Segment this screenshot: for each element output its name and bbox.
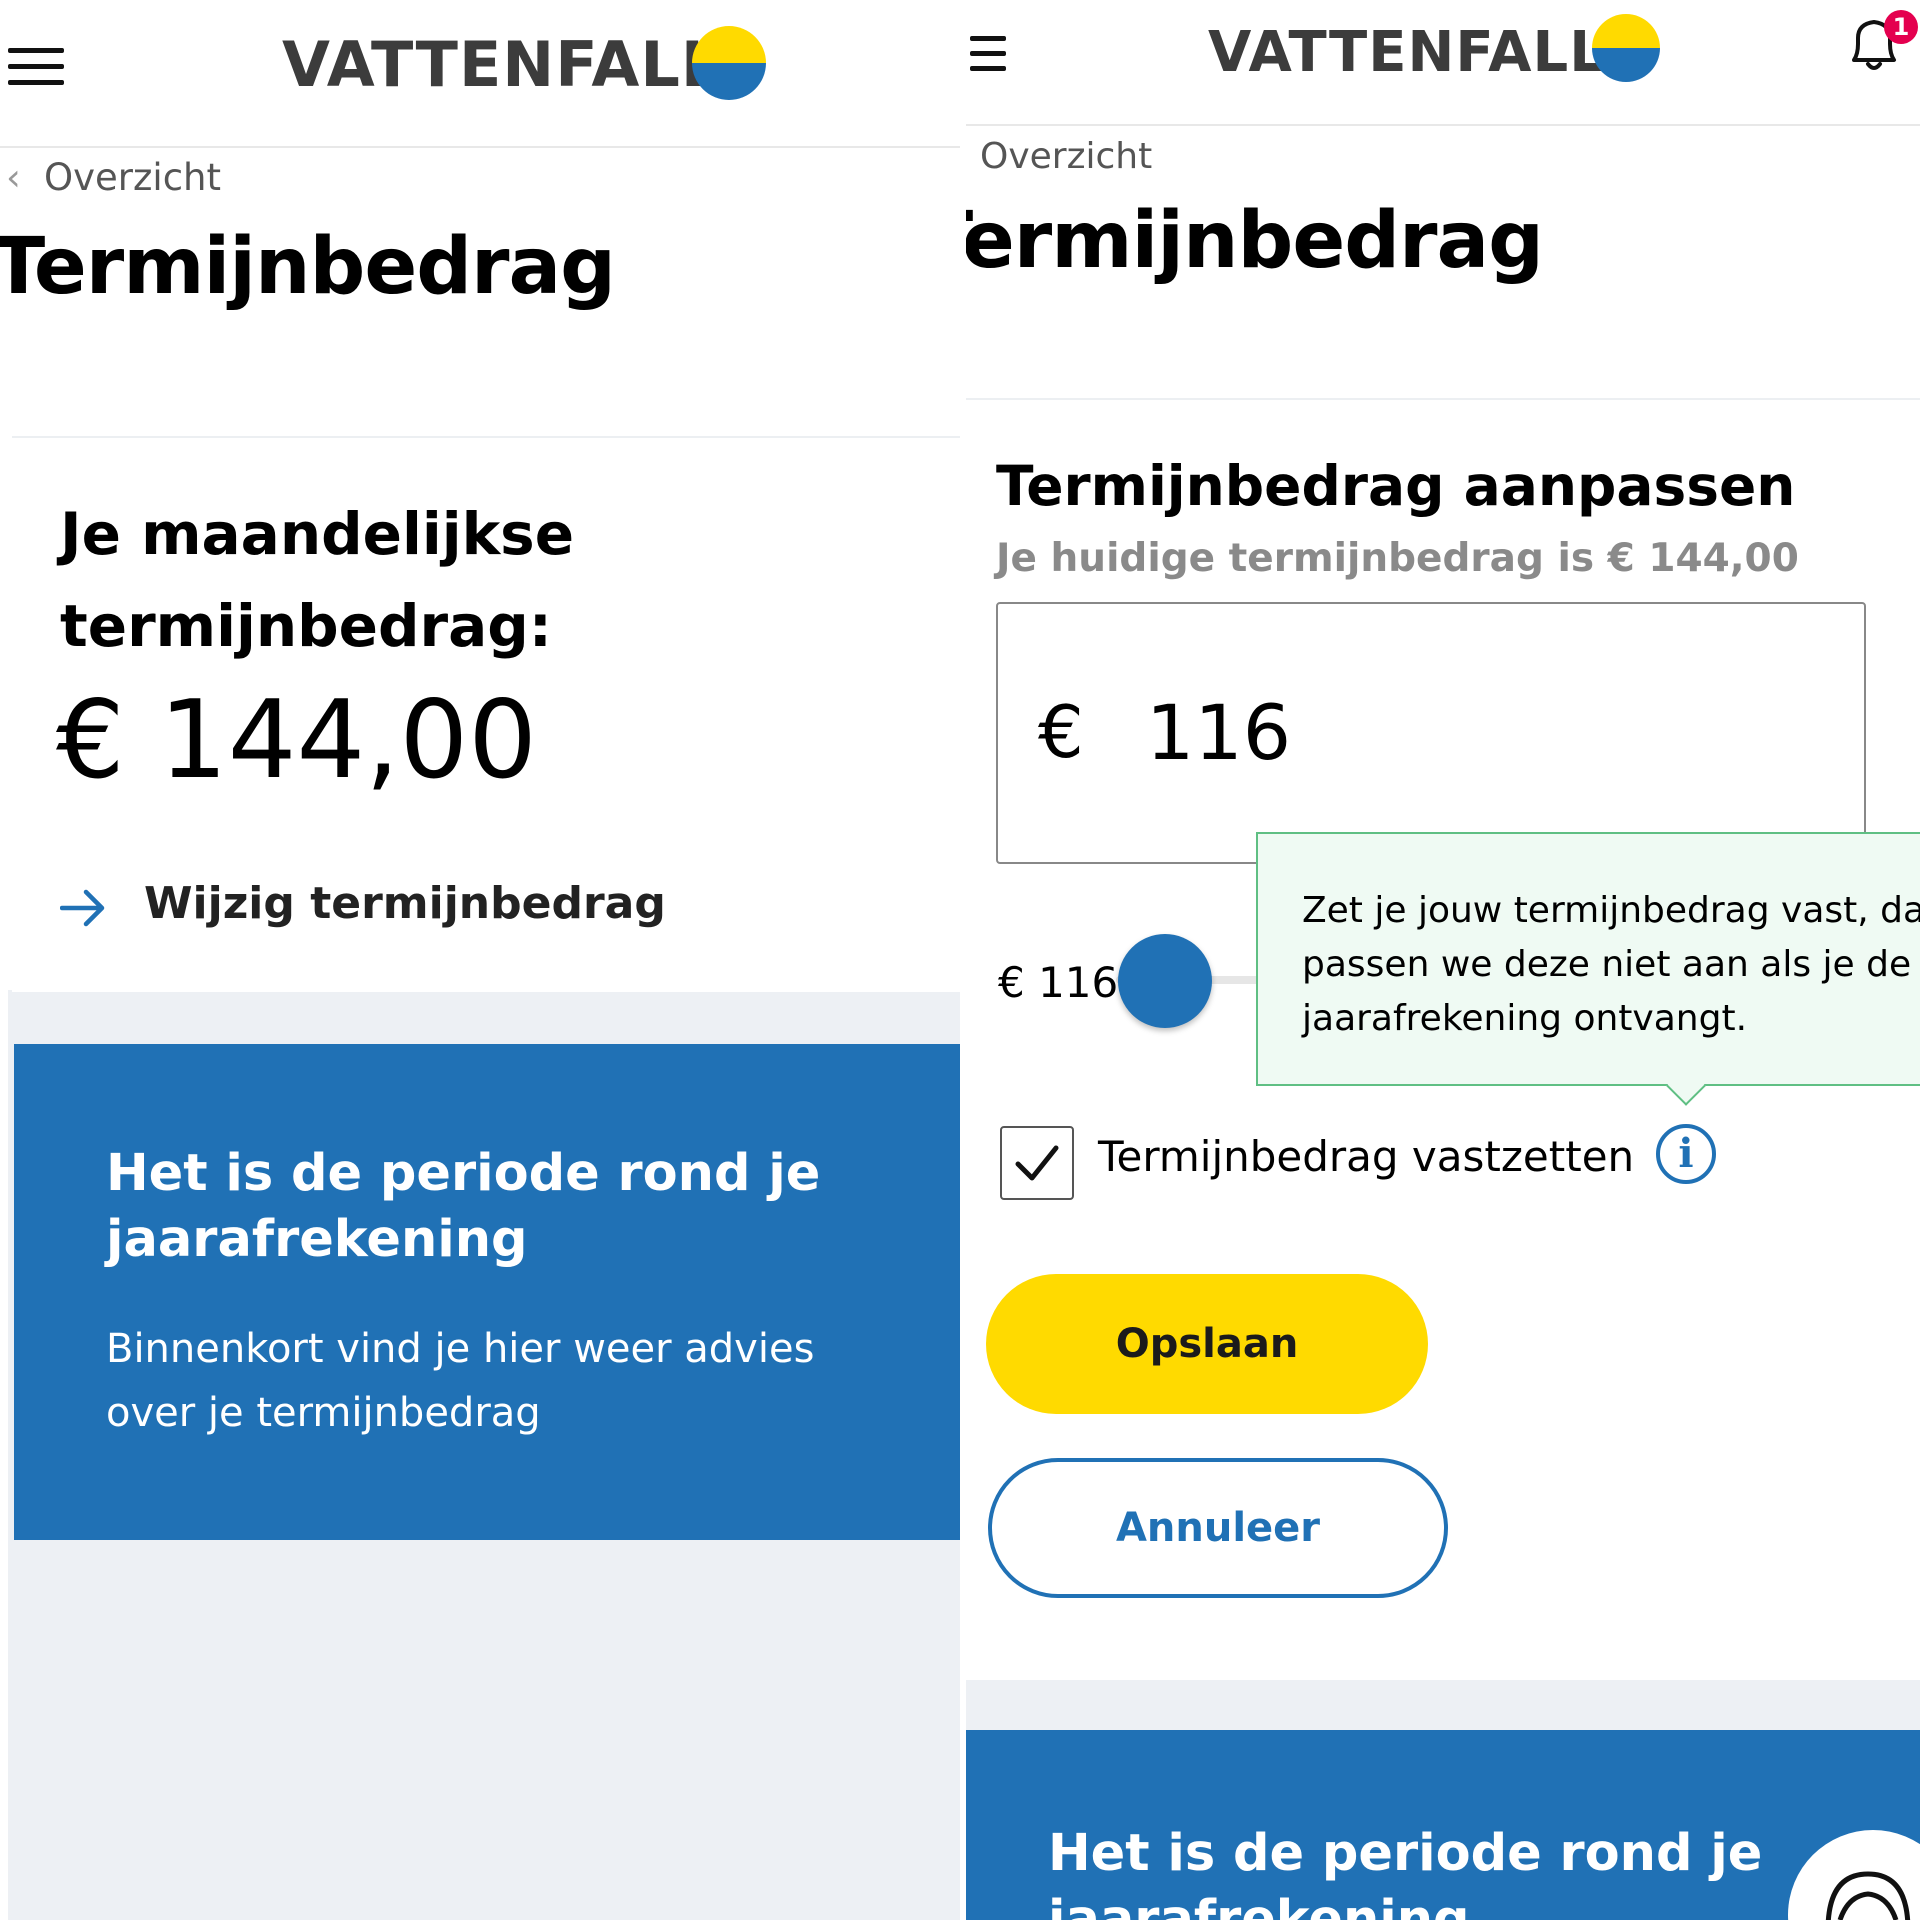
header-divider [0,146,960,148]
cancel-button[interactable]: Annuleer [988,1458,1448,1598]
card-heading-line1: Je maandelijkse [60,500,575,568]
notice-title-line1: Het is de periode rond je [1048,1824,1763,1883]
amount-input[interactable]: € 116 [996,602,1866,864]
page-title: Termijnbedrag [0,222,616,312]
assistant-avatar-icon [1825,1871,1911,1920]
arrow-right-icon [60,889,105,927]
fix-amount-label[interactable]: Termijnbedrag vastzetten [1098,1132,1634,1181]
header-divider [966,124,1920,126]
menu-icon[interactable] [970,36,1006,82]
change-amount-link-label: Wijzig termijnbedrag [144,878,666,929]
annual-statement-notice: Het is de periode rond je jaarafrekening… [14,1044,960,1540]
card-top-border [966,398,1920,400]
page-title: Termijnbedrag [966,196,1544,286]
notice-title-line2: jaarafrekening [1048,1890,1470,1920]
notification-count-badge: 1 [1884,10,1918,44]
current-amount: € 144,00 [56,678,537,803]
breadcrumb-overview[interactable]: Overzicht [980,136,1152,177]
tooltip-line2: passen we deze niet aan als je de [1302,944,1912,985]
brand-logo-icon [1592,14,1660,82]
brand-logo-icon [692,26,766,100]
brand-logo-text: VATTENFALL [1208,20,1606,85]
slider-value-label: € 116 [998,958,1119,1007]
edit-amount-screen: VATTENFALL 1 Overzicht Termijnbedrag Ter… [966,0,1920,1920]
card-heading-line2: termijnbedrag: [60,592,552,660]
fix-amount-tooltip: Zet je jouw termijnbedrag vast, da passe… [1256,832,1920,1086]
monthly-amount-card: Je maandelijkse termijnbedrag: € 144,00 … [12,436,960,992]
fix-amount-checkbox[interactable] [1000,1126,1074,1200]
amount-input-value: 116 [1146,688,1292,777]
brand-logo-text: VATTENFALL [282,28,722,101]
amount-slider-handle[interactable] [1118,934,1212,1028]
notice-title-line2: jaarafrekening [106,1210,528,1269]
overview-screen: VATTENFALL ‹ Overzicht Termijnbedrag Je … [0,0,960,1920]
breadcrumb-overview[interactable]: Overzicht [44,156,221,199]
back-chevron-icon[interactable]: ‹ [6,156,21,199]
checkmark-icon [1015,1145,1059,1181]
notice-body-line2: over je termijnbedrag [106,1390,541,1436]
change-amount-link[interactable]: Wijzig termijnbedrag [60,876,666,936]
form-heading: Termijnbedrag aanpassen [996,454,1796,518]
tooltip-line3: jaarafrekening ontvangt. [1302,998,1748,1039]
save-button[interactable]: Opslaan [986,1274,1428,1414]
notice-title-line1: Het is de periode rond je [106,1144,821,1203]
notice-body-line1: Binnenkort vind je hier weer advies [106,1326,815,1372]
current-amount-note: Je huidige termijnbedrag is € 144,00 [996,536,1799,581]
currency-symbol: € [1038,690,1084,774]
tooltip-line1: Zet je jouw termijnbedrag vast, da [1302,890,1920,931]
annual-statement-notice: Het is de periode rond je jaarafrekening [966,1730,1920,1920]
info-icon[interactable]: i [1656,1124,1716,1184]
menu-icon[interactable] [8,48,64,96]
